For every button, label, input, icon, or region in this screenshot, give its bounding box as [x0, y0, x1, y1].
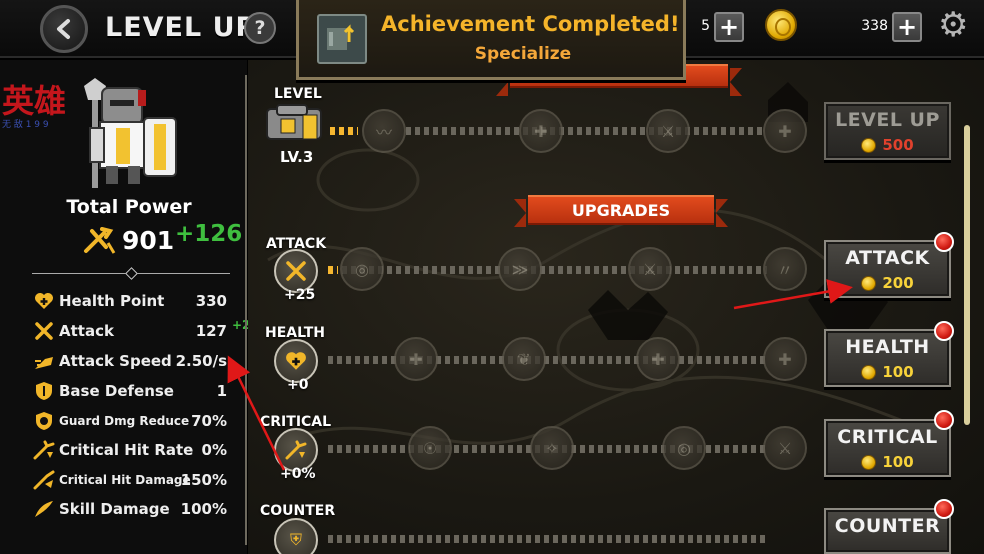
arrow-to-attack-button	[733, 279, 853, 310]
arrow-to-attack-speed	[227, 355, 286, 471]
annotation-arrows	[227, 279, 853, 471]
